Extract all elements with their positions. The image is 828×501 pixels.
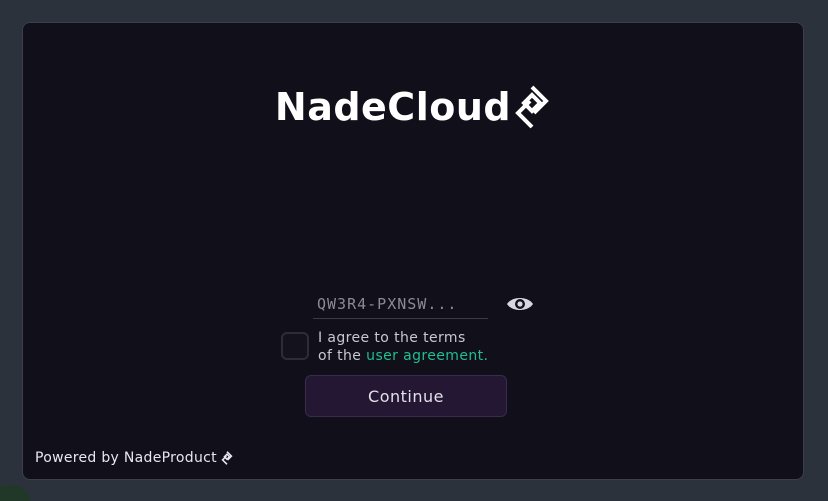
license-key-input[interactable] (313, 289, 488, 319)
nade-diamond-small-icon (221, 451, 233, 465)
brand-logo: NadeCloud (23, 83, 803, 131)
user-agreement-link[interactable]: user agreement (366, 348, 483, 364)
continue-button[interactable]: Continue (305, 375, 507, 417)
background-foliage (0, 485, 30, 501)
brand-name: NadeCloud (274, 85, 512, 129)
agreement-line-2: of the user agreement. (318, 347, 488, 365)
powered-by-footer: Powered by NadeProduct (35, 449, 233, 467)
powered-by-text: Powered by NadeProduct (35, 450, 217, 466)
nade-diamond-logo-icon (515, 85, 549, 129)
eye-icon[interactable] (505, 292, 535, 316)
agreement-prefix: of the (318, 348, 367, 364)
agreement-period: . (483, 348, 489, 364)
agreement-line-1: I agree to the terms (318, 330, 466, 346)
agreement-text: I agree to the terms of the user agreeme… (318, 329, 488, 365)
login-dialog: NadeCloud I agree to the terms of t (22, 22, 804, 480)
license-key-row (313, 289, 543, 321)
app-window: NadeCloud I agree to the terms of t (0, 0, 828, 501)
agree-checkbox[interactable] (281, 332, 309, 360)
agreement-row: I agree to the terms of the user agreeme… (281, 329, 561, 367)
